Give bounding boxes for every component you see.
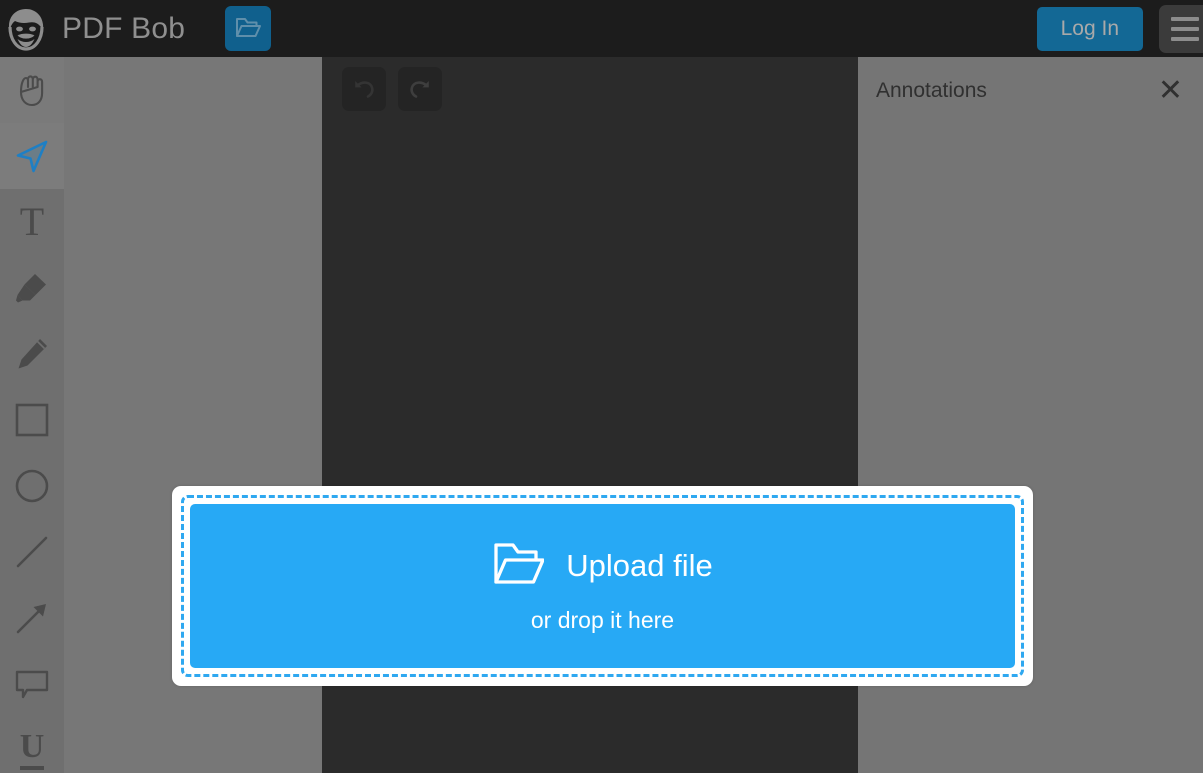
tools-sidebar: T U: [0, 57, 64, 773]
hand-icon: [13, 70, 51, 110]
square-icon: [13, 401, 51, 439]
redo-button[interactable]: [398, 67, 442, 111]
undo-button[interactable]: [342, 67, 386, 111]
pencil-icon: [13, 335, 51, 373]
menu-line-1: [1171, 16, 1199, 21]
open-folder-icon: [235, 15, 262, 42]
tool-comment[interactable]: [0, 651, 64, 717]
brand: PDF Bob: [0, 0, 185, 57]
menu-line-2: [1171, 26, 1199, 31]
tool-select[interactable]: [0, 123, 64, 189]
tool-arrow[interactable]: [0, 585, 64, 651]
page-title: PDF Bob: [62, 11, 186, 45]
upload-dropzone-border: Upload file or drop it here: [181, 495, 1024, 677]
speech-bubble-icon: [14, 668, 50, 700]
underline-icon: U: [19, 730, 45, 770]
tool-line[interactable]: [0, 519, 64, 585]
app-root: PDF Bob Log In T U Annotations ✕ Upload …: [0, 0, 1203, 773]
header-actions: Log In: [1036, 0, 1203, 57]
upload-dropzone[interactable]: Upload file or drop it here: [190, 504, 1015, 668]
text-icon: T: [19, 199, 45, 244]
tool-rectangle[interactable]: [0, 387, 64, 453]
bearded-man-avatar-icon: [2, 5, 50, 53]
tool-text[interactable]: T: [0, 189, 64, 255]
redo-arrow-icon: [407, 75, 433, 104]
login-button[interactable]: Log In: [1036, 6, 1143, 51]
arrow-icon: [13, 599, 51, 637]
tool-underline[interactable]: U: [0, 717, 64, 773]
highlighter-icon: [13, 269, 51, 307]
menu-line-3: [1171, 36, 1199, 41]
line-icon: [13, 533, 51, 571]
app-header: PDF Bob Log In: [0, 0, 1203, 57]
open-folder-icon: [492, 540, 545, 591]
upload-file-label: Upload file: [566, 548, 713, 583]
hamburger-menu-icon[interactable]: [1159, 4, 1203, 53]
annotations-title: Annotations: [876, 79, 987, 102]
history-toolbar: [342, 67, 442, 111]
upload-modal: Upload file or drop it here: [172, 486, 1033, 686]
tool-hand[interactable]: [0, 57, 64, 123]
tool-ellipse[interactable]: [0, 453, 64, 519]
circle-icon: [13, 467, 51, 505]
undo-arrow-icon: [351, 75, 377, 104]
open-file-button[interactable]: [225, 6, 272, 51]
cursor-arrow-icon: [13, 137, 51, 175]
upload-title-row: Upload file: [492, 540, 713, 591]
close-icon[interactable]: ✕: [1156, 76, 1185, 106]
tool-highlight[interactable]: [0, 255, 64, 321]
upload-drop-hint: or drop it here: [530, 607, 675, 633]
tool-draw[interactable]: [0, 321, 64, 387]
annotations-header: Annotations ✕: [858, 57, 1203, 125]
